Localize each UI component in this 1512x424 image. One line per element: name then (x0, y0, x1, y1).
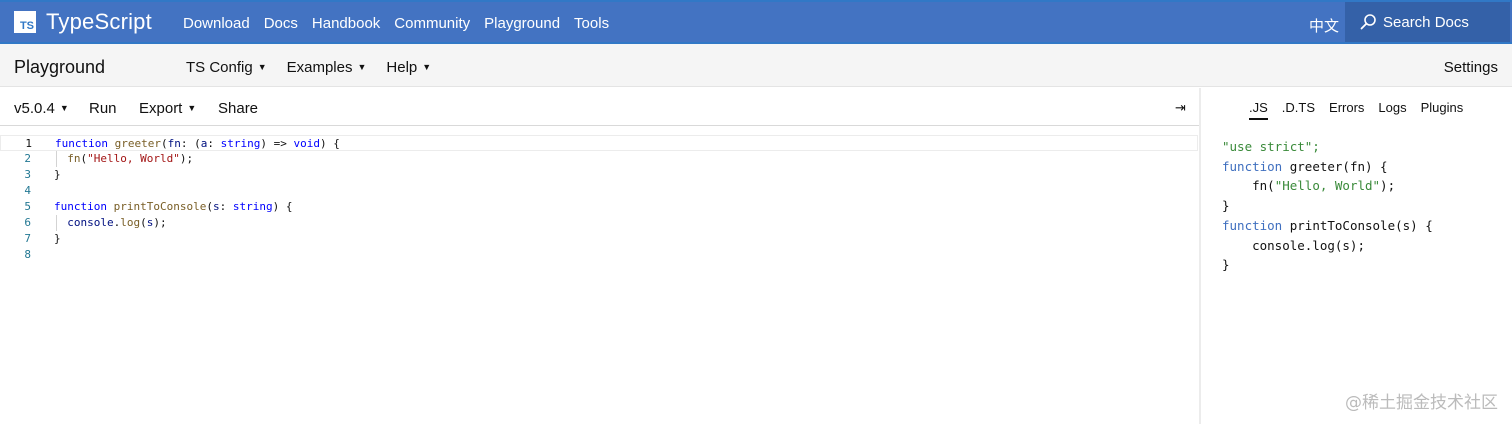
js-output[interactable]: "use strict"; function greeter(fn) { fn(… (1222, 137, 1433, 275)
search-icon (1360, 14, 1376, 30)
run-button[interactable]: Run (89, 100, 117, 117)
code-text: console.log(s); (67, 216, 167, 229)
code-editor[interactable]: 1 function greeter(fn: (a: string) => vo… (0, 135, 1198, 263)
page-title: Playground (14, 57, 106, 77)
line-number: 5 (24, 200, 31, 213)
line-number: 3 (24, 168, 31, 181)
caret-down-icon: ▼ (187, 103, 197, 113)
tab-errors[interactable]: Errors (1329, 100, 1364, 120)
nav-links: Download Docs Handbook Community Playgro… (183, 15, 609, 32)
code-text: } (54, 232, 61, 245)
collapse-sidebar-icon[interactable]: ⇥ (1175, 100, 1186, 116)
logo-text: TypeScript (46, 9, 152, 34)
editor-toolbar: v5.0.4 ▼ Run Export ▼ Share (0, 88, 1199, 126)
caret-down-icon: ▼ (257, 62, 267, 72)
line-number: 8 (24, 248, 31, 261)
version-label: v5.0.4 (14, 100, 55, 117)
menu-ts-config[interactable]: TS Config ▼ (186, 59, 267, 76)
code-line: 8 (0, 247, 1198, 263)
share-button[interactable]: Share (218, 100, 258, 117)
settings-button[interactable]: Settings (1444, 59, 1498, 76)
menu-help-label: Help (386, 59, 418, 76)
code-text: } (54, 168, 61, 181)
code-line: 2 fn("Hello, World"); (0, 151, 1198, 167)
output-tabs: .JS .D.TS Errors Logs Plugins (1249, 100, 1463, 120)
code-line: 7 } (0, 231, 1198, 247)
output-line: console.log(s); (1222, 237, 1365, 253)
caret-down-icon: ▼ (422, 62, 432, 72)
nav-link-handbook[interactable]: Handbook (312, 15, 380, 32)
nav-link-playground[interactable]: Playground (484, 15, 560, 32)
code-line: 1 function greeter(fn: (a: string) => vo… (0, 135, 1198, 151)
output-line: fn("Hello, World"); (1222, 178, 1396, 194)
playground-menus: TS Config ▼ Examples ▼ Help ▼ (186, 59, 431, 76)
code-text: fn("Hello, World"); (67, 152, 194, 165)
playground-subbar: Playground TS Config ▼ Examples ▼ Help ▼ Se… (0, 44, 1512, 87)
output-line: } (1222, 198, 1230, 214)
output-line: function greeter(fn) { (1222, 158, 1388, 174)
search-label: Search Docs (1383, 13, 1469, 31)
typescript-logo[interactable]: TS TypeScript (14, 9, 152, 34)
line-number: 4 (24, 184, 31, 197)
tab-js[interactable]: .JS (1249, 100, 1268, 120)
search-docs-button[interactable]: Search Docs (1345, 2, 1510, 42)
menu-help[interactable]: Help ▼ (386, 59, 431, 76)
output-line: "use strict"; (1222, 139, 1320, 154)
export-label: Export (139, 100, 183, 117)
nav-link-docs[interactable]: Docs (264, 15, 298, 32)
line-number: 7 (24, 232, 31, 245)
panel-divider[interactable] (1199, 88, 1201, 424)
code-text: function greeter(fn: (a: string) => void… (55, 137, 340, 150)
nav-link-community[interactable]: Community (394, 15, 470, 32)
tab-dts[interactable]: .D.TS (1282, 100, 1315, 120)
tab-logs[interactable]: Logs (1378, 100, 1406, 120)
caret-down-icon: ▼ (59, 103, 69, 113)
top-navbar: TS TypeScript Download Docs Handbook Com… (0, 0, 1512, 44)
menu-examples-label: Examples (286, 59, 353, 76)
version-select[interactable]: v5.0.4 ▼ (14, 100, 69, 117)
output-line: } (1222, 257, 1230, 273)
code-line: 3 } (0, 167, 1198, 183)
menu-examples[interactable]: Examples ▼ (287, 59, 367, 76)
watermark: @稀土掘金技术社区 (1345, 393, 1498, 413)
nav-link-download[interactable]: Download (183, 15, 250, 32)
tab-plugins[interactable]: Plugins (1421, 100, 1464, 120)
line-number: 6 (24, 216, 31, 229)
output-line: function printToConsole(s) { (1222, 217, 1433, 233)
line-number: 1 (25, 137, 32, 150)
export-menu[interactable]: Export ▼ (139, 100, 196, 117)
language-switch[interactable]: 中文 (1309, 15, 1339, 36)
code-line: 6 console.log(s); (0, 215, 1198, 231)
code-line: 5 function printToConsole(s: string) { (0, 199, 1198, 215)
caret-down-icon: ▼ (357, 62, 367, 72)
code-line: 4 (0, 183, 1198, 199)
code-text: function printToConsole(s: string) { (54, 200, 293, 213)
menu-ts-config-label: TS Config (186, 59, 253, 76)
ts-logo-icon: TS (14, 11, 36, 33)
nav-link-tools[interactable]: Tools (574, 15, 609, 32)
line-number: 2 (24, 152, 31, 165)
